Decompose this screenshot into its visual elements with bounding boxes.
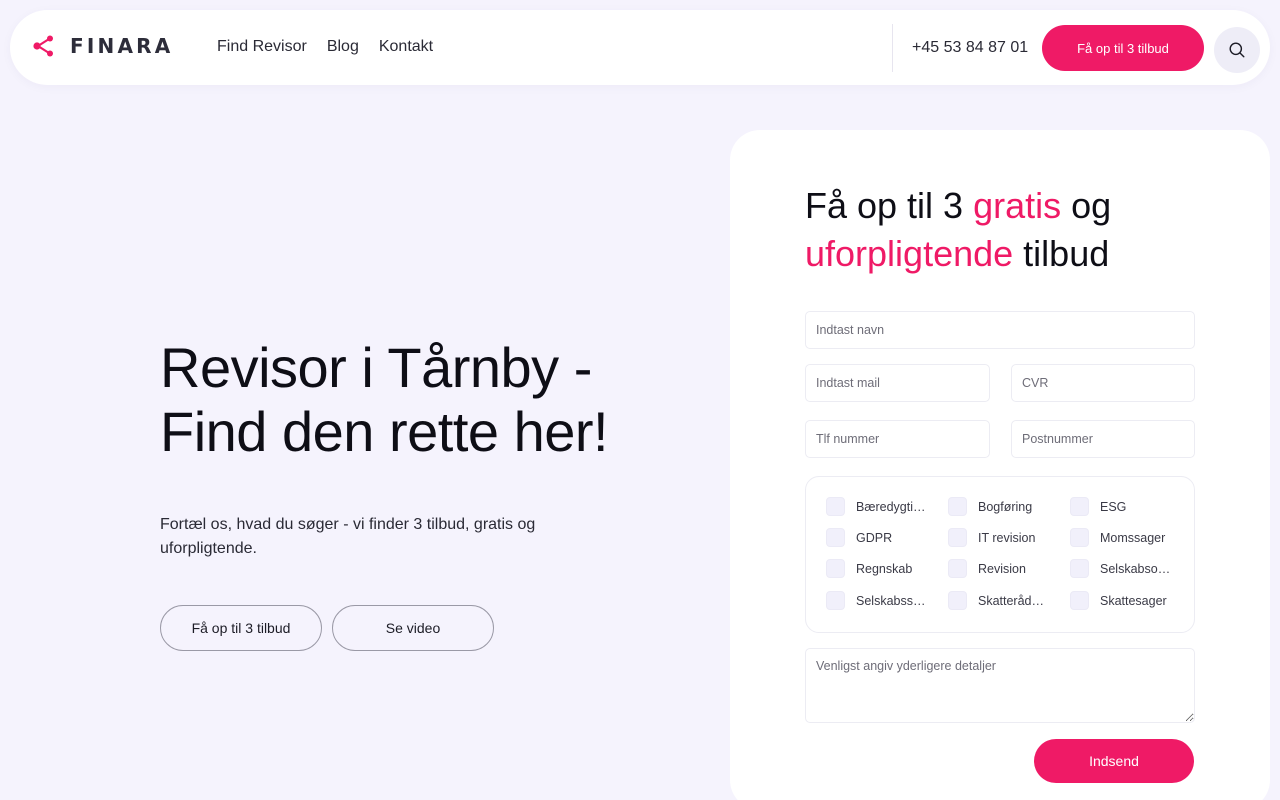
page-title: Revisor i Tårnby - Find den rette her!	[160, 336, 680, 464]
name-input[interactable]	[805, 311, 1195, 349]
service-label: Bæredygtighed	[856, 499, 928, 514]
site-header: FINARA Find Revisor Blog Kontakt +45 53 …	[10, 10, 1270, 85]
service-label: Skattesager	[1100, 593, 1167, 608]
page-title-line-2: Find den rette her!	[160, 400, 609, 463]
header-divider	[892, 24, 893, 72]
form-title-part-1: Få op til 3	[805, 185, 974, 226]
service-option[interactable]: Skattesager	[1070, 591, 1172, 610]
hero-subtitle: Fortæl os, hvad du søger - vi finder 3 t…	[160, 516, 536, 557]
service-label: Skatterådgivning	[978, 593, 1050, 608]
nav-link-blog[interactable]: Blog	[327, 36, 359, 58]
details-textarea[interactable]	[805, 648, 1195, 723]
service-option[interactable]: Revision	[948, 559, 1050, 578]
service-option[interactable]: Selskabsstiftelse	[826, 591, 928, 610]
service-label: Selskabsoprettelse	[1100, 561, 1172, 576]
checkbox[interactable]	[826, 559, 845, 578]
service-option[interactable]: ESG	[1070, 497, 1172, 516]
checkbox[interactable]	[948, 497, 967, 516]
phone-link[interactable]: +45 53 84 87 01	[912, 37, 1028, 59]
nav-link-find-revisor[interactable]: Find Revisor	[217, 36, 307, 58]
search-icon	[1229, 42, 1245, 58]
service-label: Revision	[978, 561, 1026, 576]
phone-input[interactable]	[805, 420, 990, 458]
service-option[interactable]: Bogføring	[948, 497, 1050, 516]
service-label: Regnskab	[856, 561, 913, 576]
cvr-input[interactable]	[1011, 364, 1195, 402]
service-label: IT revision	[978, 530, 1036, 545]
service-label: Selskabsstiftelse	[856, 593, 928, 608]
nav-link-kontakt[interactable]: Kontakt	[379, 36, 433, 58]
checkbox[interactable]	[948, 528, 967, 547]
search-button[interactable]	[1214, 27, 1260, 73]
form-title-accent-gratis: gratis	[973, 185, 1062, 226]
form-title-part-3: tilbud	[1013, 233, 1110, 274]
checkbox[interactable]	[948, 559, 967, 578]
service-option[interactable]: Regnskab	[826, 559, 928, 578]
page-title-line-1: Revisor i Tårnby -	[160, 336, 592, 399]
checkbox[interactable]	[1070, 528, 1089, 547]
service-label: Bogføring	[978, 499, 1033, 514]
service-option[interactable]: GDPR	[826, 528, 928, 547]
hero-video-button[interactable]: Se video	[332, 605, 494, 651]
service-label: GDPR	[856, 530, 893, 545]
checkbox[interactable]	[826, 497, 845, 516]
checkbox[interactable]	[826, 591, 845, 610]
logo-wordmark: FINARA	[70, 34, 174, 58]
checkbox[interactable]	[948, 591, 967, 610]
services-checkbox-group: Bæredygtighed Bogføring ESG GDPR IT revi…	[805, 476, 1195, 633]
service-option[interactable]: IT revision	[948, 528, 1050, 547]
service-label: Momssager	[1100, 530, 1166, 545]
checkbox[interactable]	[1070, 559, 1089, 578]
submit-button[interactable]: Indsend	[1034, 739, 1194, 783]
form-title-accent-uforpligtende: uforpligtende	[805, 233, 1014, 274]
checkbox[interactable]	[826, 528, 845, 547]
email-input[interactable]	[805, 364, 990, 402]
hero-get-offers-button[interactable]: Få op til 3 tilbud	[160, 605, 322, 651]
service-option[interactable]: Selskabsoprettelse	[1070, 559, 1172, 578]
form-title-part-2: og	[1061, 185, 1112, 226]
checkbox[interactable]	[1070, 497, 1089, 516]
postal-code-input[interactable]	[1011, 420, 1195, 458]
service-option[interactable]: Bæredygtighed	[826, 497, 928, 516]
share-nodes-icon	[33, 35, 53, 57]
checkbox[interactable]	[1070, 591, 1089, 610]
header-cta-button[interactable]: Få op til 3 tilbud	[1042, 25, 1204, 71]
form-title: Få op til 3 gratis og uforpligtende tilbu…	[805, 182, 1205, 278]
service-option[interactable]: Momssager	[1070, 528, 1172, 547]
offer-form-card: Få op til 3 gratis og uforpligtende tilbu…	[730, 130, 1270, 800]
logo[interactable]: FINARA	[32, 34, 173, 58]
service-label: ESG	[1100, 499, 1127, 514]
service-option[interactable]: Skatterådgivning	[948, 591, 1050, 610]
main-nav: Find Revisor Blog Kontakt	[217, 36, 433, 58]
